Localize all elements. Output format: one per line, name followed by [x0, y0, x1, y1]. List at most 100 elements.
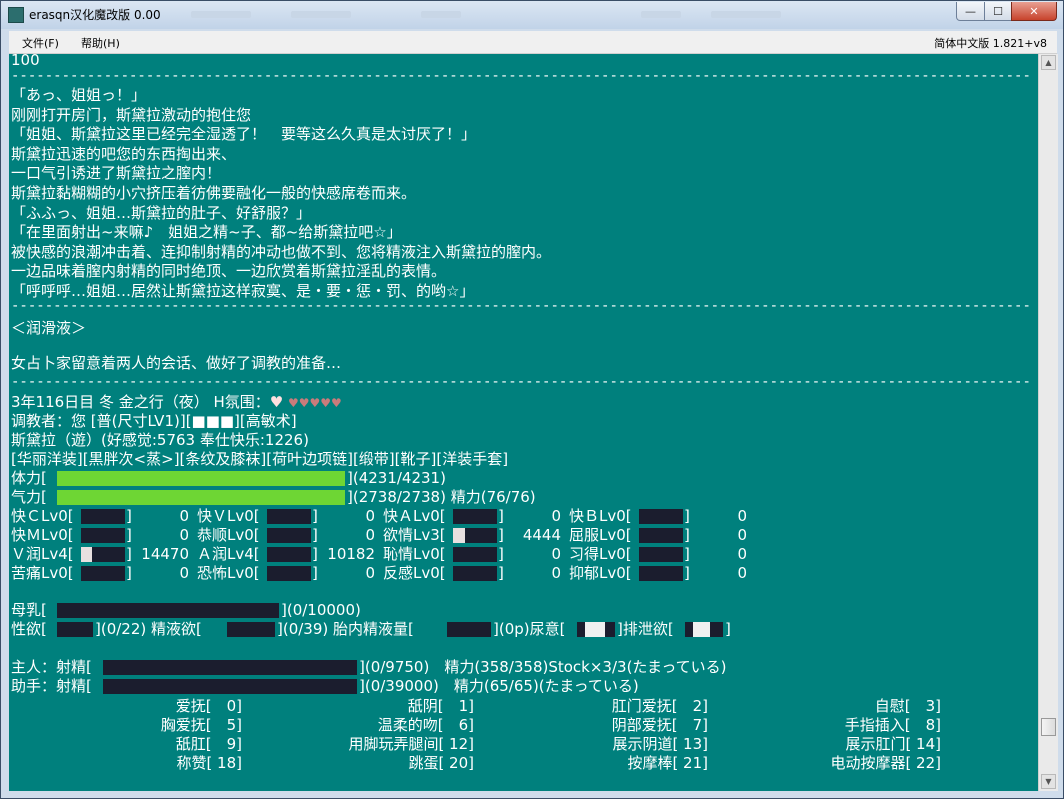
- stat-label: 反感Lv0[: [383, 564, 446, 582]
- stat-bar: [81, 566, 125, 581]
- bracket: ]: [684, 564, 690, 582]
- menu-file[interactable]: 文件(F): [22, 35, 59, 51]
- story-line: 「あっ、姐姐っ！」: [11, 86, 147, 104]
- command-button[interactable]: 手指插入[ 8]: [741, 716, 941, 735]
- bracket: ]: [126, 526, 132, 544]
- stat-bar: [267, 528, 311, 543]
- command-button[interactable]: 展示肛门[ 14]: [741, 735, 941, 754]
- command-button[interactable]: 跳蛋[ 20]: [274, 754, 474, 773]
- bracket: ]: [498, 545, 504, 563]
- gauge-label: ](0/39) 胎内精液量[: [277, 620, 414, 638]
- hp-label: 体力[: [11, 469, 47, 487]
- stat-bar: [639, 528, 683, 543]
- menu-help[interactable]: 帮助(H): [81, 35, 120, 51]
- scroll-down-button[interactable]: ▼: [1041, 774, 1056, 789]
- maximize-button[interactable]: ☐: [984, 2, 1012, 21]
- hp-bar-fill: [57, 471, 345, 486]
- app-icon: [8, 7, 24, 23]
- gauge-bar: [685, 622, 723, 637]
- separator: ----------------------------------------…: [11, 298, 1033, 314]
- stat-label: 屈服Lv0[: [569, 526, 632, 544]
- milk-value: ](0/10000): [281, 601, 361, 619]
- gauge-label: ](0/22) 精液欲[: [95, 620, 202, 638]
- command-button[interactable]: 称赞[ 18]: [42, 754, 242, 773]
- command-button[interactable]: 温柔的吻[ 6]: [274, 716, 474, 735]
- bracket: ]: [312, 545, 318, 563]
- command-button[interactable]: 展示阴道[ 13]: [508, 735, 708, 754]
- minimize-button[interactable]: —: [956, 2, 985, 21]
- assist-ejaculation-bar: [103, 679, 357, 694]
- stat-bar-fill: [453, 528, 465, 543]
- stat-label: 苦痛Lv0[: [11, 564, 74, 582]
- stat-bar: [639, 547, 683, 562]
- command-button[interactable]: 胸爱抚[ 5]: [42, 716, 242, 735]
- gauge-label: ](0p)尿意[: [493, 620, 566, 638]
- command-button[interactable]: 按摩棒[ 21]: [508, 754, 708, 773]
- story-line: 斯黛拉黏糊糊的小穴挤压着彷佛要融化一般的快感席卷而来。: [11, 184, 417, 202]
- stat-value: 0: [179, 526, 189, 544]
- stat-value: 0: [365, 564, 375, 582]
- stat-value: 10182: [327, 545, 375, 563]
- stat-label: 快ＣLv0[: [11, 507, 74, 525]
- scroll-up-button[interactable]: ▲: [1041, 55, 1056, 70]
- stat-bar: [639, 566, 683, 581]
- gauge-label: 性欲[: [11, 620, 47, 638]
- command-button[interactable]: 电动按摩器[ 22]: [741, 754, 941, 773]
- command-button[interactable]: 爱抚[ 0]: [42, 697, 242, 716]
- hp-bar: [57, 471, 345, 486]
- stat-label: 快ＭLv0[: [11, 526, 74, 544]
- bracket: ]: [498, 526, 504, 544]
- bracket: ]: [498, 564, 504, 582]
- command-button[interactable]: 肛门爱抚[ 2]: [508, 697, 708, 716]
- command-button[interactable]: 阴部爱抚[ 7]: [508, 716, 708, 735]
- maximize-icon: ☐: [993, 4, 1003, 18]
- master-value: ](0/9750) 精力(358/358)Stock×3/3(たまっている): [359, 658, 727, 676]
- stat-value: 0: [179, 564, 189, 582]
- status-header: 3年116日目 冬 金之行（夜） H氛围：♥ ♥♥♥♥♥: [11, 393, 342, 413]
- stat-label: 欲情Lv3[: [383, 526, 446, 544]
- close-icon: ✕: [1029, 4, 1039, 18]
- title-bar-decoration: [641, 11, 681, 18]
- command-button[interactable]: 用脚玩弄腿间[ 12]: [274, 735, 474, 754]
- bracket: ]: [684, 545, 690, 563]
- stat-value: 0: [737, 507, 747, 525]
- assist-label: 助手：射精[: [11, 677, 92, 695]
- stat-label: 快ＶLv0[: [197, 507, 260, 525]
- stat-bar: [453, 528, 497, 543]
- stat-value: 0: [365, 507, 375, 525]
- date-weather-text: 3年116日目 冬 金之行（夜） H氛围：: [11, 393, 270, 411]
- target-line: 斯黛拉（遊）(好感觉:5763 奉仕快乐:1226): [11, 431, 309, 449]
- bracket: ]: [126, 564, 132, 582]
- app-window: erasqn汉化魔改版 0.00 — ☐ ✕ 文件(F) 帮助(H) 简体中文版…: [0, 0, 1064, 799]
- heart-icon: ♥: [269, 393, 284, 411]
- bracket: ]: [126, 507, 132, 525]
- gauge-label: ]排泄欲[: [617, 620, 674, 638]
- stat-bar: [267, 509, 311, 524]
- bracket: ]: [684, 507, 690, 525]
- stat-bar: [81, 528, 125, 543]
- title-bar-decoration: [291, 11, 351, 18]
- scrollbar-thumb[interactable]: [1041, 718, 1056, 736]
- milk-bar: [57, 603, 279, 618]
- story-line: 一边品味着膣内射精的同时绝顶、一边欣赏着斯黛拉淫乱的表情。: [11, 262, 447, 281]
- stat-bar: [453, 566, 497, 581]
- stat-label: Ｖ润Lv4[: [11, 545, 74, 563]
- stat-bar: [639, 509, 683, 524]
- stat-bar: [267, 566, 311, 581]
- gauge-bar: [57, 622, 93, 637]
- command-button[interactable]: 舐肛[ 9]: [42, 735, 242, 754]
- title-bar[interactable]: erasqn汉化魔改版 0.00 — ☐ ✕: [1, 1, 1063, 29]
- vertical-scrollbar[interactable]: ▲ ▼: [1038, 54, 1058, 791]
- bracket: ]: [312, 564, 318, 582]
- story-line: 刚刚打开房门，斯黛拉激动的抱住您: [11, 105, 252, 124]
- stat-label: 恥情Lv0[: [383, 545, 446, 563]
- stat-bar: [267, 547, 311, 562]
- command-button[interactable]: 舐阴[ 1]: [274, 697, 474, 716]
- command-button[interactable]: 自慰[ 3]: [741, 697, 941, 716]
- sp-bar: [57, 490, 345, 505]
- stat-label: Ａ润Lv4[: [197, 545, 260, 563]
- stat-bar: [81, 547, 125, 562]
- stat-value: 0: [737, 545, 747, 563]
- sp-value: ](2738/2738) 精力(76/76): [347, 488, 536, 506]
- close-button[interactable]: ✕: [1011, 2, 1057, 21]
